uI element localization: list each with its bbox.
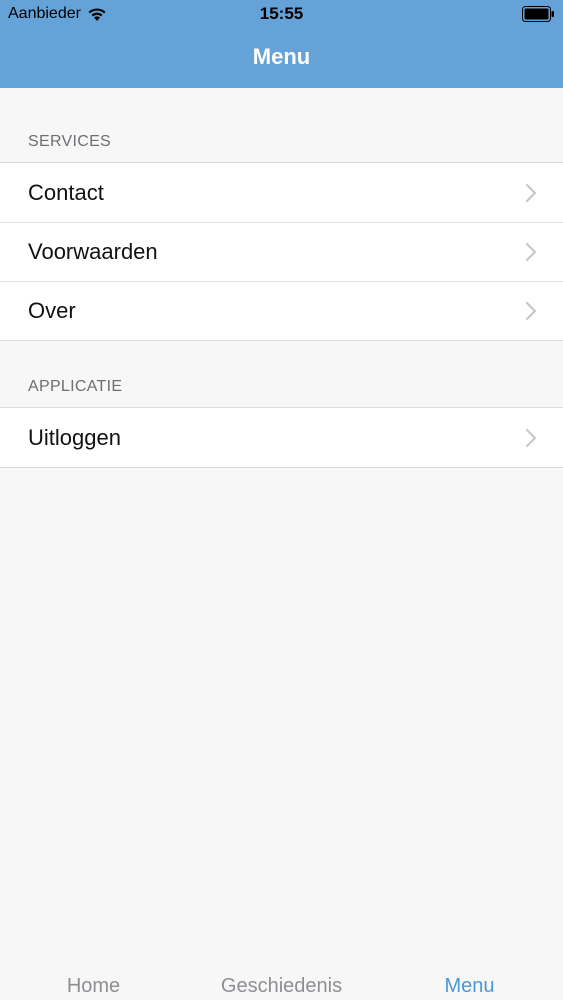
battery-icon xyxy=(522,6,554,22)
page-title: Menu xyxy=(252,44,311,69)
menu-item-label: Voorwaarden xyxy=(28,238,158,264)
section-header-applicatie: APPLICATIE xyxy=(28,378,123,395)
chevron-right-icon xyxy=(525,428,537,447)
chevron-right-icon xyxy=(525,301,537,320)
chevron-right-icon xyxy=(525,242,537,261)
tab-bar: Home Geschiedenis Menu xyxy=(0,940,563,1000)
tab-geschiedenis[interactable]: Geschiedenis xyxy=(187,975,376,998)
status-time: 15:55 xyxy=(259,4,304,23)
menu-item-contact[interactable]: Contact xyxy=(0,163,563,222)
menu-screen: Aanbieder 15:55 Menu SERVICES Contact Vo… xyxy=(0,0,563,1000)
menu-item-label: Uitloggen xyxy=(28,424,121,450)
applicatie-group: Uitloggen xyxy=(0,407,563,468)
chevron-right-icon xyxy=(525,183,537,202)
menu-item-over[interactable]: Over xyxy=(0,281,563,340)
menu-item-voorwaarden[interactable]: Voorwaarden xyxy=(0,222,563,281)
menu-item-label: Contact xyxy=(28,179,104,205)
services-group: Contact Voorwaarden Over xyxy=(0,162,563,341)
tab-home[interactable]: Home xyxy=(0,975,187,998)
menu-item-uitloggen[interactable]: Uitloggen xyxy=(0,408,563,467)
tab-menu[interactable]: Menu xyxy=(376,975,563,998)
menu-item-label: Over xyxy=(28,297,76,323)
status-bar: Aanbieder 15:55 xyxy=(0,0,563,28)
section-header-services: SERVICES xyxy=(28,133,112,150)
menu-content: SERVICES Contact Voorwaarden Over APPLIC… xyxy=(0,88,563,468)
navigation-header: Aanbieder 15:55 Menu xyxy=(0,0,563,88)
